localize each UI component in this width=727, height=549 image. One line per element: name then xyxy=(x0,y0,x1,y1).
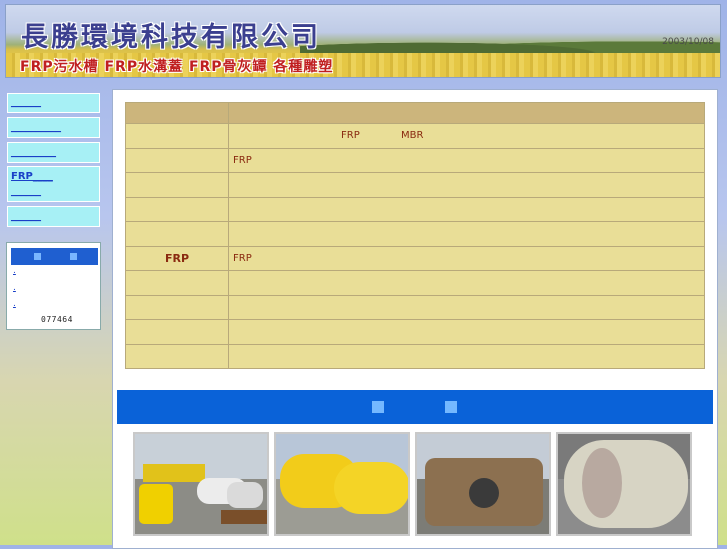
visitor-counter-box: . . . 077464 xyxy=(6,242,101,330)
photo-large-frp-ring[interactable] xyxy=(415,432,551,536)
header-banner: 長勝環境科技有限公司 FRP污水槽 FRP水溝蓋 FRP骨灰罈 各種雕塑 200… xyxy=(5,4,721,78)
visitor-count: 077464 xyxy=(41,315,73,324)
square-icon xyxy=(70,253,77,260)
table-row xyxy=(125,294,705,320)
table-cell xyxy=(125,102,229,124)
company-tagline: FRP污水槽 FRP水溝蓋 FRP骨灰罈 各種雕塑 xyxy=(20,59,334,75)
table-row xyxy=(125,196,705,222)
sidebar-item-3[interactable]: _________ xyxy=(7,142,100,163)
table-cell xyxy=(228,343,705,369)
table-cell xyxy=(125,147,229,173)
table-row: FRP FRP xyxy=(125,245,705,271)
table-cell xyxy=(125,294,229,320)
table-cell xyxy=(125,270,229,296)
counter-link-3[interactable]: . xyxy=(13,299,16,309)
table-row: FRP xyxy=(125,147,705,173)
table-row: FRP MBR xyxy=(125,123,705,149)
table-cell xyxy=(125,172,229,198)
table-row xyxy=(125,270,705,296)
table-cell xyxy=(125,221,229,247)
table-cell xyxy=(125,196,229,222)
counter-link-2[interactable]: . xyxy=(13,283,16,293)
square-icon xyxy=(372,401,384,413)
square-icon xyxy=(34,253,41,260)
sidebar-item-sublabel[interactable]: ______ xyxy=(11,186,41,197)
table-cell xyxy=(228,270,705,296)
table-cell xyxy=(125,123,229,149)
table-cell xyxy=(228,172,705,198)
table-cell: FRP MBR xyxy=(228,123,705,149)
table-row xyxy=(125,221,705,247)
table-cell xyxy=(228,102,705,124)
main-content-panel: FRP MBR FRP FRP FRP xyxy=(112,89,718,549)
sidebar-item-label[interactable]: _________ xyxy=(11,147,56,158)
company-name: 長勝環境科技有限公司 xyxy=(21,22,321,53)
table-header-row xyxy=(125,102,705,124)
square-icon xyxy=(445,401,457,413)
banner-tree-line xyxy=(300,35,720,53)
photo-frp-pipe-section[interactable] xyxy=(556,432,692,536)
table-cell xyxy=(228,196,705,222)
table-cell xyxy=(228,294,705,320)
table-cell xyxy=(228,221,705,247)
table-cell xyxy=(228,319,705,345)
sidebar-item-frp[interactable]: FRP____ ______ xyxy=(7,166,100,202)
product-photo-strip xyxy=(133,432,699,538)
table-cell: FRP xyxy=(228,245,705,271)
sidebar-item-label[interactable]: ______ xyxy=(11,211,41,222)
table-cell xyxy=(125,319,229,345)
table-cell: FRP xyxy=(228,147,705,173)
spec-table: FRP MBR FRP FRP FRP xyxy=(125,102,705,369)
table-row xyxy=(125,319,705,345)
table-row xyxy=(125,343,705,369)
sidebar-item-label[interactable]: ______ xyxy=(11,97,41,108)
counter-link-1[interactable]: . xyxy=(13,266,16,276)
sidebar-item-2[interactable]: __________ xyxy=(7,117,100,138)
counter-header xyxy=(11,248,98,265)
sidebar-item-1[interactable]: ______ xyxy=(7,93,100,113)
table-cell xyxy=(125,343,229,369)
photo-yellow-cylinder-tanks[interactable] xyxy=(274,432,410,536)
photo-yellow-tanks-site[interactable] xyxy=(133,432,269,536)
table-row xyxy=(125,172,705,198)
banner-date-mark: 2003/10/08 xyxy=(662,37,714,47)
sidebar-item-5[interactable]: ______ xyxy=(7,206,100,227)
products-section-header xyxy=(117,390,713,424)
sidebar-item-label[interactable]: FRP____ xyxy=(11,171,53,182)
sidebar-item-label[interactable]: __________ xyxy=(11,122,61,133)
table-cell: FRP xyxy=(125,245,229,271)
